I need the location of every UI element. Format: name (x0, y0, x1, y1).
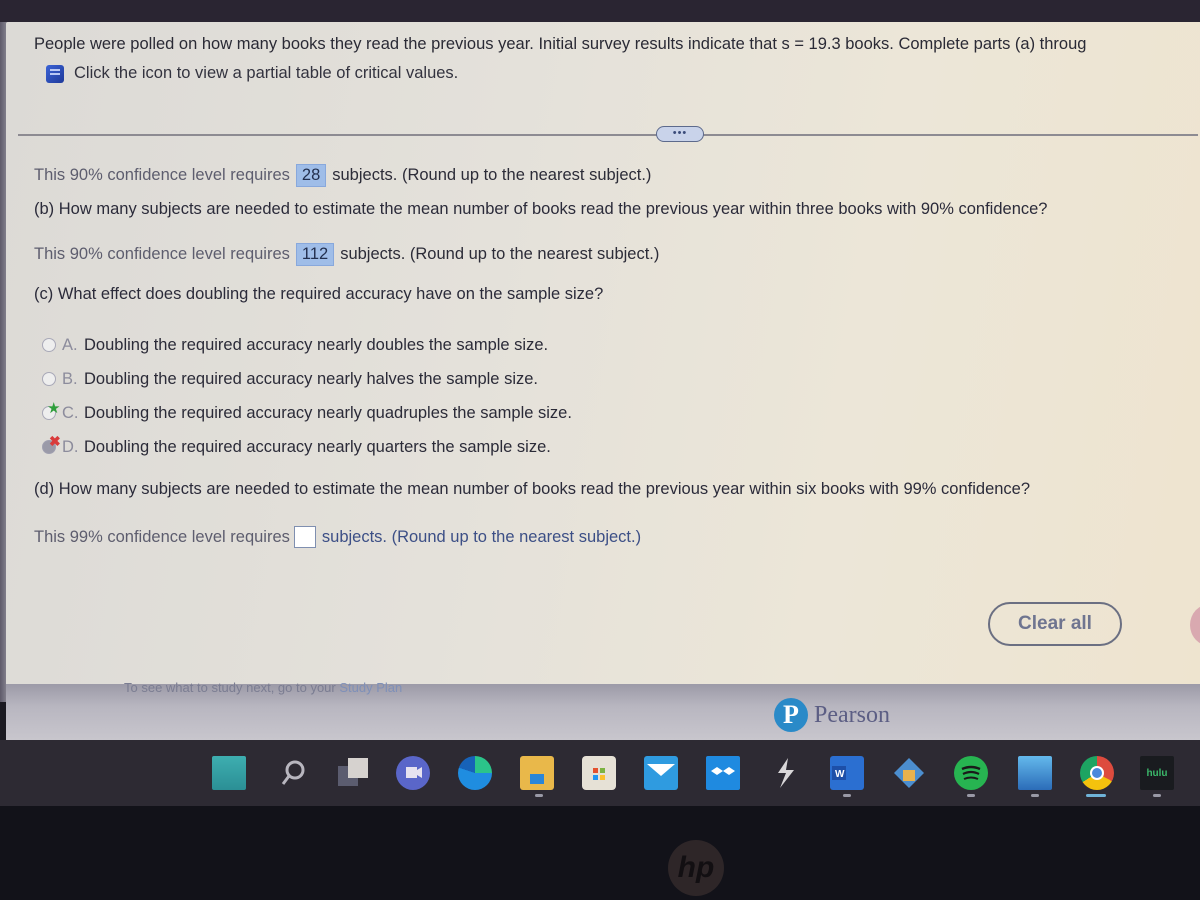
edge-icon[interactable] (458, 756, 492, 790)
chrome-icon[interactable] (1080, 756, 1114, 790)
part-a-result-suffix: subjects. (Round up to the nearest subje… (332, 166, 652, 184)
start-icon[interactable] (212, 756, 246, 790)
option-text[interactable]: Doubling the required accuracy nearly do… (84, 336, 548, 355)
radio-button-selected[interactable]: ✖ (42, 433, 61, 454)
pearson-logo-icon: P (774, 698, 808, 732)
question-panel: People were polled on how many books the… (6, 22, 1200, 684)
part-d-result-prefix: This 99% confidence level requires (34, 527, 290, 546)
section-divider (18, 134, 1198, 136)
part-a-result: This 90% confidence level requires 28 su… (34, 164, 651, 187)
option-letter: A. (62, 335, 78, 354)
part-a-result-prefix: This 90% confidence level requires (34, 166, 290, 184)
option-d[interactable]: ✖ D. Doubling the required accuracy near… (42, 430, 572, 464)
critical-values-link-text[interactable]: Click the icon to view a partial table o… (74, 64, 458, 83)
photos-running-indicator (1031, 794, 1039, 797)
part-d-question-text: (d) How many subjects are needed to esti… (34, 480, 1031, 498)
part-c-options: A. Doubling the required accuracy nearly… (42, 328, 572, 464)
winamp-icon[interactable] (768, 756, 802, 790)
footer-bar: To see what to study next, go to your St… (6, 680, 1200, 740)
table-icon[interactable] (46, 64, 64, 83)
hp-logo: hp (668, 840, 724, 896)
option-letter: B. (62, 369, 78, 388)
pearson-brand: P Pearson (774, 698, 890, 732)
part-c-question: (c) What effect does doubling the requir… (34, 285, 603, 304)
radio-button[interactable] (42, 372, 56, 386)
vpn-lock-icon[interactable] (892, 756, 926, 790)
search-icon[interactable] (276, 756, 310, 790)
part-b-answer[interactable]: 112 (295, 243, 335, 266)
laptop-bezel (0, 806, 1200, 900)
option-b[interactable]: B. Doubling the required accuracy nearly… (42, 362, 572, 396)
radio-button[interactable]: ★ (42, 400, 60, 420)
top-bezel (0, 0, 1200, 22)
microsoft-store-icon[interactable] (582, 756, 616, 790)
option-letter: D. (62, 437, 79, 456)
hulu-running-indicator (1153, 794, 1161, 797)
incorrect-x-icon: ✖ (49, 433, 61, 449)
chrome-active-indicator (1086, 794, 1106, 797)
photos-icon[interactable] (1018, 756, 1052, 790)
file-explorer-running-indicator (535, 794, 543, 797)
file-explorer-icon[interactable] (520, 756, 554, 790)
part-b-result-suffix: subjects. (Round up to the nearest subje… (340, 245, 660, 263)
spotify-running-indicator (967, 794, 975, 797)
part-d-result: This 99% confidence level requires subje… (34, 526, 641, 548)
part-a-answer[interactable]: 28 (295, 164, 327, 187)
part-b-result-prefix: This 90% confidence level requires (34, 245, 290, 263)
option-text[interactable]: Doubling the required accuracy nearly ha… (84, 370, 538, 389)
svg-text:W: W (835, 769, 845, 780)
option-letter: C. (62, 403, 79, 422)
pearson-name: Pearson (814, 701, 890, 728)
word-running-indicator (843, 794, 851, 797)
mail-icon[interactable] (644, 756, 678, 790)
part-d-answer-input[interactable] (293, 526, 316, 548)
dropbox-icon[interactable] (706, 756, 740, 790)
study-plan-hint: To see what to study next, go to your St… (124, 680, 402, 695)
option-a[interactable]: A. Doubling the required accuracy nearly… (42, 328, 572, 362)
part-c-question-text: (c) What effect does doubling the requir… (34, 285, 604, 303)
part-d-result-suffix: subjects. (Round up to the nearest subje… (321, 527, 642, 546)
hulu-icon[interactable]: hulu (1140, 756, 1174, 790)
windows-taskbar: W hulu (0, 740, 1200, 806)
part-b-question: (b) How many subjects are needed to esti… (34, 200, 1047, 219)
option-text[interactable]: Doubling the required accuracy nearly qu… (84, 404, 572, 423)
task-view-icon[interactable] (336, 756, 370, 790)
option-c[interactable]: ★ C. Doubling the required accuracy near… (42, 396, 572, 430)
clear-all-button[interactable]: Clear all (988, 602, 1122, 646)
radio-button[interactable] (42, 338, 56, 352)
expand-more-button[interactable]: ••• (656, 126, 704, 142)
study-plan-link[interactable]: Study Plan (339, 680, 402, 695)
option-text[interactable]: Doubling the required accuracy nearly qu… (84, 438, 551, 457)
part-b-question-text: (b) How many subjects are needed to esti… (34, 200, 1048, 218)
part-d-question: (d) How many subjects are needed to esti… (34, 480, 1030, 499)
correct-star-icon: ★ (47, 400, 61, 417)
word-icon[interactable]: W (830, 756, 864, 790)
study-plan-text: To see what to study next, go to your (124, 680, 336, 695)
spotify-icon[interactable] (954, 756, 988, 790)
check-answer-button[interactable] (1190, 604, 1200, 646)
question-intro: People were polled on how many books the… (34, 35, 1087, 53)
teams-chat-icon[interactable] (396, 756, 430, 790)
critical-values-link[interactable]: Click the icon to view a partial table o… (46, 64, 458, 83)
part-b-result: This 90% confidence level requires 112 s… (34, 243, 659, 266)
